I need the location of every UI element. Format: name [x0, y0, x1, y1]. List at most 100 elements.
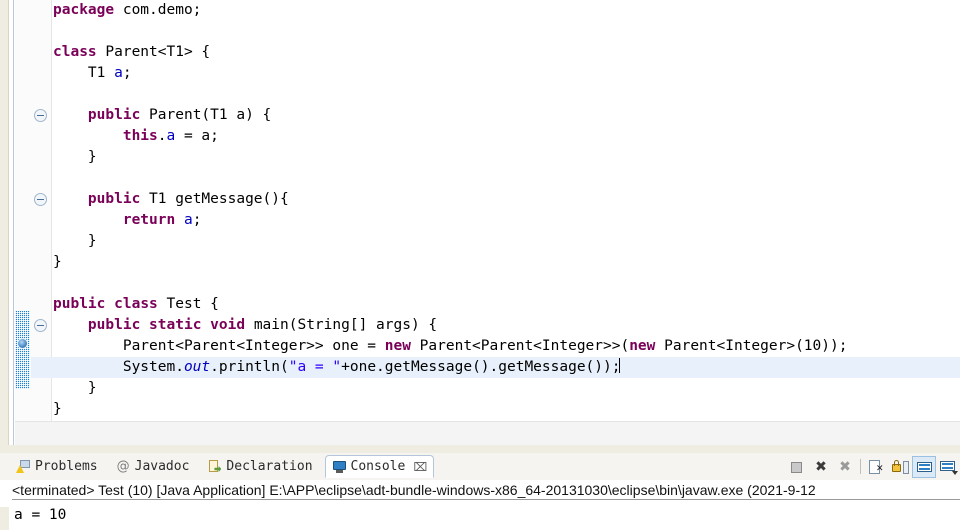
code-token: } [87, 380, 97, 396]
code-token: T1 getMessage(){ [140, 191, 289, 207]
code-line[interactable] [53, 84, 960, 105]
code-line[interactable] [53, 273, 960, 294]
text-caret [619, 358, 621, 373]
code-line[interactable]: System.out.println("a = "+one.getMessage… [53, 357, 960, 378]
console-icon [332, 459, 347, 474]
code-token: } [87, 233, 97, 249]
range-marker-icon[interactable] [17, 338, 28, 349]
code-line[interactable]: } [53, 378, 960, 399]
code-line[interactable] [53, 21, 960, 42]
tab-declaration[interactable]: Declaration [201, 455, 318, 478]
tab-label: Javadoc [134, 459, 190, 474]
editor-horizontal-scrollbar[interactable]: ‹ [15, 421, 960, 445]
tab-label: Problems [35, 459, 98, 474]
code-line[interactable]: package com.demo; [53, 0, 960, 21]
code-token: this [122, 128, 158, 144]
code-token: Test { [157, 296, 219, 312]
bottom-view-panel: Problems @ Javadoc Declaration Console ⌧ ✖ ✖ [0, 453, 960, 530]
tab-problems[interactable]: Problems [10, 455, 104, 478]
code-token: } [53, 254, 62, 270]
chevron-down-icon [952, 470, 958, 475]
editor-outer-margin [0, 0, 9, 453]
tab-label: Declaration [226, 459, 313, 474]
code-token: } [53, 401, 62, 417]
code-token: Parent<T1> { [96, 44, 211, 60]
problems-icon [16, 459, 31, 474]
code-line[interactable]: } [53, 399, 960, 420]
scroll-lock-button[interactable] [888, 456, 912, 478]
code-token: return [122, 212, 176, 228]
code-token: class [53, 44, 97, 60]
code-token: a [183, 212, 193, 228]
declaration-icon [207, 459, 222, 474]
remove-launch-button[interactable]: ✖ [809, 456, 833, 478]
console-menu-button[interactable] [936, 456, 960, 478]
code-line[interactable]: public static void main(String[] args) { [53, 315, 960, 336]
console-launch-header: <terminated> Test (10) [Java Application… [12, 482, 960, 500]
code-line[interactable]: } [53, 147, 960, 168]
code-token: main(String[] args) { [245, 317, 438, 333]
tab-console[interactable]: Console ⌧ [324, 455, 435, 478]
console-left-margin [0, 507, 9, 530]
fold-collapse-icon[interactable] [34, 193, 47, 206]
code-token: out [183, 359, 211, 375]
code-line[interactable]: T1 a; [53, 63, 960, 84]
close-icon[interactable]: ⌧ [413, 460, 427, 474]
java-editor[interactable]: package com.demo; class Parent<T1> { T1 a… [0, 0, 960, 453]
code-token: Parent<Parent<Integer>> one = [122, 338, 385, 354]
code-token: public [53, 296, 106, 312]
selection-range-indicator [15, 311, 30, 389]
clear-console-button[interactable] [864, 456, 888, 478]
code-text[interactable]: package com.demo; class Parent<T1> { T1 a… [53, 0, 960, 420]
code-surface[interactable]: package com.demo; class Parent<T1> { T1 a… [53, 0, 960, 445]
code-token: com.demo; [114, 2, 202, 18]
code-line[interactable]: } [53, 252, 960, 273]
code-line[interactable] [53, 168, 960, 189]
code-token: } [87, 149, 97, 165]
code-token: "a = " [288, 359, 342, 375]
code-token: public [87, 107, 141, 123]
code-line[interactable]: } [53, 231, 960, 252]
code-token: +one.getMessage().getMessage()); [341, 359, 621, 375]
console-toolbar[interactable]: ✖ ✖ [785, 454, 960, 479]
code-line[interactable]: class Parent<T1> { [53, 42, 960, 63]
code-token: public [87, 191, 141, 207]
display-selected-console-button[interactable] [912, 455, 936, 478]
code-token: = a; [175, 128, 219, 144]
code-token: Parent<Parent<Integer>>( [410, 338, 630, 354]
fold-collapse-icon[interactable] [34, 319, 47, 332]
code-line[interactable]: public T1 getMessage(){ [53, 189, 960, 210]
code-line[interactable]: return a; [53, 210, 960, 231]
remove-all-terminated-button[interactable]: ✖ [833, 456, 857, 478]
code-token: Parent<Integer>(10)); [655, 338, 848, 354]
code-token: a [114, 65, 123, 81]
code-token: System. [122, 359, 184, 375]
code-folding-column[interactable] [30, 0, 52, 445]
code-token: new [384, 338, 411, 354]
tab-label: Console [350, 459, 406, 474]
code-line[interactable]: this.a = a; [53, 126, 960, 147]
fold-collapse-icon[interactable] [34, 109, 47, 122]
code-line[interactable]: Parent<Parent<Integer>> one = new Parent… [53, 336, 960, 357]
code-token: a [166, 128, 176, 144]
terminate-button[interactable] [785, 456, 809, 478]
code-token: class [114, 296, 158, 312]
tab-javadoc[interactable]: @ Javadoc [110, 455, 196, 478]
code-token: . [157, 128, 167, 144]
code-line[interactable]: public Parent(T1 a) { [53, 105, 960, 126]
console-view[interactable]: <terminated> Test (10) [Java Application… [0, 480, 960, 530]
code-line[interactable]: public class Test { [53, 294, 960, 315]
code-token: ; [122, 65, 132, 81]
code-token: public [87, 317, 141, 333]
console-output-text: a = 10 [14, 507, 67, 523]
toolbar-separator [860, 459, 861, 474]
